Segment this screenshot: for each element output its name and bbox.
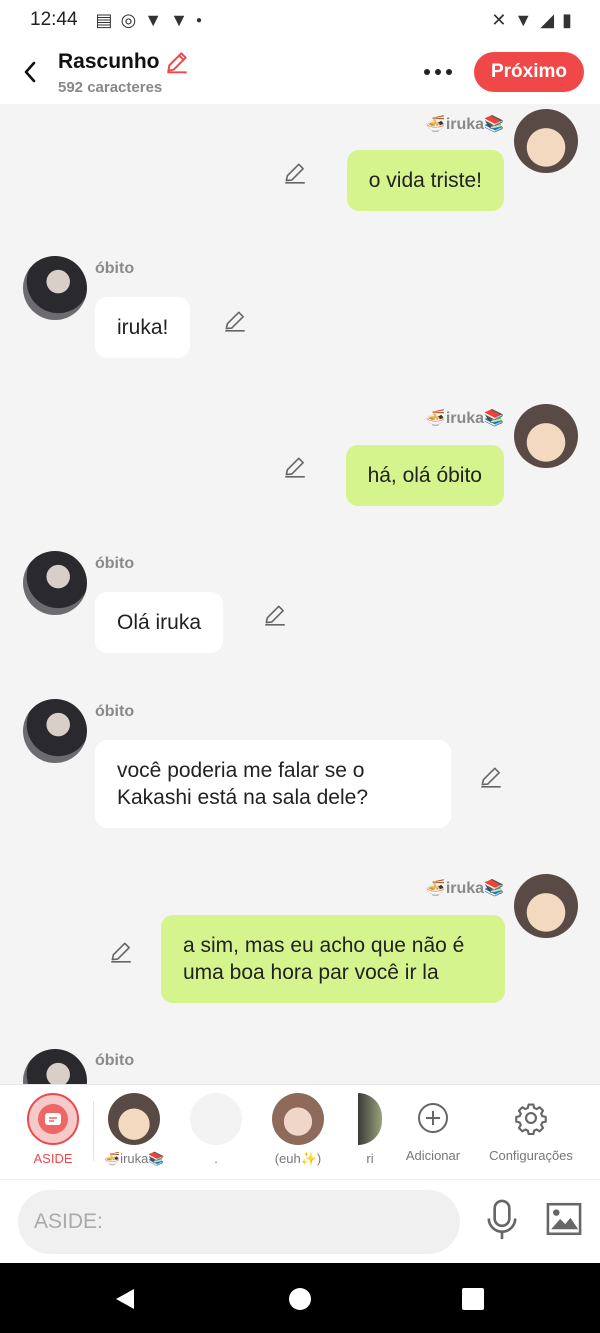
tab-aside[interactable]: ASIDE [24,1093,82,1166]
whatsapp-icon: ◎ [120,9,137,30]
edit-icon[interactable] [478,764,504,790]
tab-label: ASIDE [33,1151,73,1166]
tab-label: ri [366,1151,374,1166]
avatar[interactable] [23,551,87,615]
tab-character[interactable]: . [189,1093,243,1166]
message-author: óbito [95,260,135,277]
nav-home-icon[interactable] [289,1288,311,1310]
avatar [358,1093,382,1145]
nav-back-icon[interactable] [114,1287,136,1311]
gear-icon [515,1103,547,1136]
system-nav-bar [0,1263,600,1333]
message-bubble[interactable]: o vida triste! [346,150,504,211]
message-bubble[interactable]: você poderia me falar se o Kakashi está … [95,740,451,828]
dot-icon: ● [195,14,202,26]
settings-button[interactable]: Configurações [486,1093,576,1163]
input-bar [0,1179,600,1263]
message-bubble[interactable]: Olá iruka [95,592,224,653]
message-author: 🍜iruka📚 [425,880,504,897]
notification-icon: ▤ [95,9,113,30]
message-author: óbito [95,703,135,720]
status-bar: 12:44 ▤ ◎ ▼ ▼ ● ✕ ▼ ◢ ▮ [0,0,600,40]
avatar[interactable] [23,256,87,320]
nav-recent-icon[interactable] [462,1288,484,1310]
tab-label: 🍜iruka📚 [104,1151,165,1166]
edit-icon[interactable] [108,939,134,965]
message-icon [38,1104,68,1134]
edit-icon[interactable] [282,160,308,186]
tab-label: Configurações [489,1148,573,1163]
more-options-button[interactable] [418,58,458,86]
divider [93,1101,94,1161]
tab-character[interactable]: (euh✨) [268,1093,328,1167]
chevron-left-icon [24,61,36,83]
avatar[interactable] [23,699,87,763]
chat-area[interactable]: 🍜iruka📚 o vida triste! óbito iruka! 🍜iru… [0,104,600,1084]
edit-title-icon[interactable] [164,49,190,75]
message-author: óbito [95,555,135,572]
header: Rascunho 592 caracteres Próximo [0,40,600,104]
avatar [108,1093,160,1145]
status-time: 12:44 [30,9,78,30]
message-author: óbito [95,1052,135,1069]
message-bubble[interactable]: iruka! [95,297,191,358]
tab-character[interactable]: ri [358,1093,382,1166]
character-tab-bar: ASIDE 🍜iruka📚 . (euh✨) ri Adicionar Conf… [0,1084,600,1179]
character-count: 592 caracteres [58,78,163,96]
message-input[interactable] [18,1190,460,1254]
edit-icon[interactable] [282,454,308,480]
avatar[interactable] [514,404,578,468]
avatar [190,1093,242,1145]
edit-icon[interactable] [262,602,288,628]
wifi-icon: ▼ [514,9,533,30]
mute-icon: ✕ [491,9,507,30]
wifi-alert-icon: ▼ [144,9,163,30]
add-character-button[interactable]: Adicionar [400,1093,466,1163]
back-button[interactable] [8,50,52,94]
wifi-alert-icon: ▼ [170,9,188,30]
plus-circle-icon [418,1103,448,1133]
avatar [272,1093,324,1145]
edit-icon[interactable] [222,308,248,334]
avatar[interactable] [514,874,578,938]
tab-label: Adicionar [405,1148,461,1163]
avatar[interactable] [23,1049,87,1084]
message-author: 🍜iruka📚 [425,410,504,427]
microphone-icon[interactable] [484,1198,520,1242]
tab-character[interactable]: 🍜iruka📚 [104,1093,165,1167]
message-author: 🍜iruka📚 [425,116,504,133]
tab-label: . [214,1151,218,1166]
signal-icon: ◢ [540,9,555,30]
message-bubble[interactable]: a sim, mas eu acho que não é uma boa hor… [161,915,505,1003]
tab-label: (euh✨) [274,1151,322,1166]
image-icon[interactable] [546,1202,582,1236]
next-button[interactable]: Próximo [474,52,584,92]
page-title: Rascunho [58,49,160,73]
avatar[interactable] [514,109,578,173]
message-bubble[interactable]: há, olá óbito [345,445,504,506]
battery-icon: ▮ [562,9,572,30]
